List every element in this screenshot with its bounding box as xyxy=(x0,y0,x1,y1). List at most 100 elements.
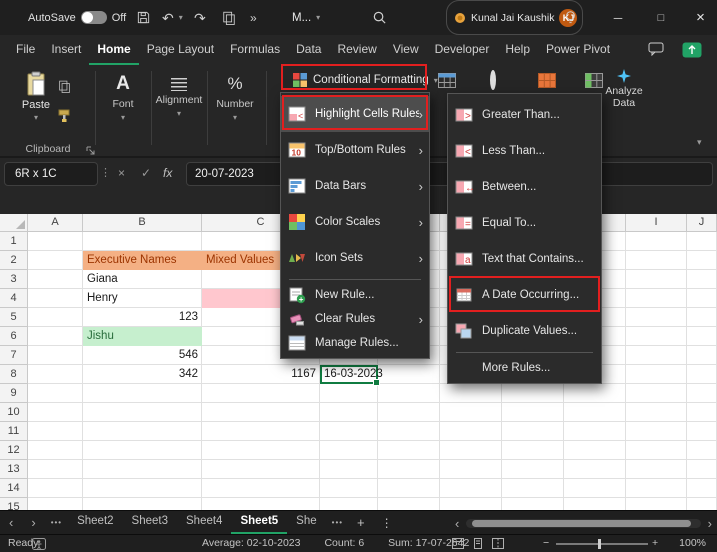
menu-item-icon-sets[interactable]: Icon Sets› xyxy=(281,240,429,276)
zoom-slider-knob[interactable] xyxy=(598,539,601,549)
page-break-view-icon[interactable] xyxy=(492,538,504,552)
tab-file[interactable]: File xyxy=(8,35,43,65)
menu-item-equal-to[interactable]: =Equal To... xyxy=(448,205,601,241)
sheet-list-dots-right[interactable]: ••• xyxy=(326,518,349,527)
cells-group-button[interactable] xyxy=(538,73,556,91)
sheet-nav-left-icon[interactable]: ‹ xyxy=(0,515,22,530)
sheet-tab-she[interactable]: She xyxy=(287,511,325,534)
tab-page-layout[interactable]: Page Layout xyxy=(139,35,222,65)
alignment-group-button[interactable]: Alignment ▾ xyxy=(152,73,206,118)
sheet-tab-sheet2[interactable]: Sheet2 xyxy=(68,511,122,534)
save-button[interactable] xyxy=(136,0,151,35)
menu-item-greater-than[interactable]: >Greater Than... xyxy=(448,97,601,133)
cell-B3[interactable]: Giana xyxy=(83,270,202,289)
tell-me-lightbulb-button[interactable] xyxy=(564,0,577,35)
zoom-level[interactable]: 100% xyxy=(668,537,712,549)
minimize-button[interactable]: ─ xyxy=(598,0,638,35)
cell-B6[interactable]: Jishu xyxy=(83,327,202,346)
column-header-I[interactable]: I xyxy=(626,214,687,232)
scroll-left-icon[interactable]: ‹ xyxy=(452,516,462,531)
menu-item-a-date-occurring[interactable]: A Date Occurring... xyxy=(448,277,601,313)
tab-home[interactable]: Home xyxy=(89,35,138,65)
conditional-formatting-button[interactable]: Conditional Formatting ▾ xyxy=(287,69,443,91)
name-box-splitter[interactable]: ⋮ xyxy=(100,166,111,179)
analyze-data-button[interactable]: Analyze Data xyxy=(594,69,654,109)
tab-help[interactable]: Help xyxy=(497,35,538,65)
row-header-11[interactable]: 11 xyxy=(0,422,28,441)
menu-item-data-bars[interactable]: Data Bars› xyxy=(281,168,429,204)
cell-D8[interactable]: 16-03-2023 xyxy=(320,365,378,384)
tab-data[interactable]: Data xyxy=(288,35,329,65)
scroll-right-icon[interactable]: › xyxy=(705,516,715,531)
menu-item-text-that-contains[interactable]: aText that Contains... xyxy=(448,241,601,277)
zoom-out-button[interactable]: − xyxy=(543,537,549,549)
ribbon-collapse-chevron[interactable]: ▾ xyxy=(697,137,702,148)
tab-formulas[interactable]: Formulas xyxy=(222,35,288,65)
cell-B8[interactable]: 342 xyxy=(83,365,202,384)
menu-item-highlight-cells-rules[interactable]: <Highlight Cells Rules› xyxy=(281,96,429,132)
row-header-2[interactable]: 2 xyxy=(0,251,28,270)
search-button[interactable] xyxy=(372,0,387,35)
row-header-14[interactable]: 14 xyxy=(0,479,28,498)
scrollbar-track[interactable] xyxy=(466,519,700,528)
cell-B2[interactable]: Executive Names xyxy=(83,251,202,270)
sheet-nav-right-icon[interactable]: › xyxy=(22,515,44,530)
sheet-tab-sheet3[interactable]: Sheet3 xyxy=(123,511,177,534)
row-header-1[interactable]: 1 xyxy=(0,232,28,251)
accessibility-icon[interactable] xyxy=(32,538,46,552)
paste-button[interactable]: Paste ▾ xyxy=(16,71,56,122)
row-header-9[interactable]: 9 xyxy=(0,384,28,403)
row-header-7[interactable]: 7 xyxy=(0,346,28,365)
share-button[interactable] xyxy=(682,42,702,61)
account-badge[interactable]: Kunal Jai Kaushik KJ xyxy=(446,0,583,35)
insert-function-icon[interactable]: fx xyxy=(163,166,172,180)
menu-item-duplicate-values[interactable]: Duplicate Values... xyxy=(448,313,601,349)
name-box[interactable]: 6R x 1C xyxy=(4,162,98,186)
cell-B7[interactable]: 546 xyxy=(83,346,202,365)
tab-developer[interactable]: Developer xyxy=(427,35,498,65)
tab-insert[interactable]: Insert xyxy=(43,35,89,65)
cancel-icon[interactable]: × xyxy=(118,166,125,180)
row-header-6[interactable]: 6 xyxy=(0,327,28,346)
restore-button[interactable]: □ xyxy=(641,0,681,35)
copy-button[interactable] xyxy=(58,79,71,96)
document-title-menu[interactable]: M... ▾ xyxy=(292,0,320,35)
horizontal-scrollbar[interactable]: ‹ › xyxy=(452,511,715,535)
sheet-options-dots-icon[interactable]: ⋮ xyxy=(373,516,401,530)
tab-power-pivot[interactable]: Power Pivot xyxy=(538,35,618,65)
menu-item-new-rule[interactable]: +New Rule... xyxy=(281,283,429,307)
column-header-B[interactable]: B xyxy=(83,214,202,232)
column-header-J[interactable]: J xyxy=(687,214,717,232)
menu-item-less-than[interactable]: <Less Than... xyxy=(448,133,601,169)
close-button[interactable]: × xyxy=(684,0,717,35)
cell-C8[interactable]: 1167 xyxy=(202,365,320,384)
tab-review[interactable]: Review xyxy=(329,35,384,65)
cell-styles-button[interactable] xyxy=(490,73,496,87)
clipboard-dialog-launcher[interactable] xyxy=(86,144,95,158)
menu-item-color-scales[interactable]: Color Scales› xyxy=(281,204,429,240)
enter-check-icon[interactable]: ✓ xyxy=(141,166,151,180)
redo-button[interactable]: ↷ xyxy=(194,0,206,35)
menu-item-more-rules[interactable]: More Rules... xyxy=(448,356,601,380)
row-header-15[interactable]: 15 xyxy=(0,498,28,510)
autosave-toggle[interactable] xyxy=(81,11,107,24)
tab-view[interactable]: View xyxy=(385,35,427,65)
row-header-4[interactable]: 4 xyxy=(0,289,28,308)
format-painter-button[interactable] xyxy=(57,109,71,126)
format-as-table-button[interactable] xyxy=(438,73,456,91)
font-group-button[interactable]: A Font ▾ xyxy=(96,73,150,122)
sheet-tab-sheet5[interactable]: Sheet5 xyxy=(231,511,287,534)
undo-button[interactable]: ↶▾ xyxy=(162,0,183,35)
zoom-slider-track[interactable] xyxy=(556,543,648,545)
row-header-10[interactable]: 10 xyxy=(0,403,28,422)
row-header-12[interactable]: 12 xyxy=(0,441,28,460)
select-all-corner[interactable] xyxy=(0,214,28,232)
cell-B5[interactable]: 123 xyxy=(83,308,202,327)
quick-copy-button[interactable] xyxy=(222,0,236,35)
sheet-list-dots-left[interactable]: ••• xyxy=(45,518,68,527)
menu-item-between[interactable]: ↔Between... xyxy=(448,169,601,205)
zoom-in-button[interactable]: + xyxy=(652,537,658,549)
column-header-A[interactable]: A xyxy=(28,214,83,232)
sheet-tab-sheet4[interactable]: Sheet4 xyxy=(177,511,231,534)
number-group-button[interactable]: % Number ▾ xyxy=(208,73,262,122)
